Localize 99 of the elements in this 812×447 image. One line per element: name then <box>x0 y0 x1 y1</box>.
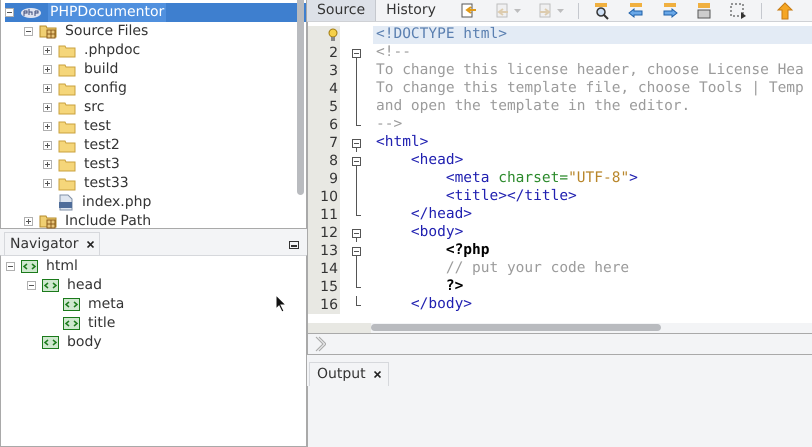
folder-icon <box>58 82 76 96</box>
fold-toggle[interactable] <box>352 246 361 256</box>
tree-item[interactable]: build <box>82 60 120 79</box>
fold-toggle[interactable] <box>352 138 361 148</box>
folder-icon <box>58 120 76 134</box>
search-icon <box>592 2 611 20</box>
tree-item[interactable]: head <box>65 276 104 295</box>
highlight-toggle-icon <box>694 2 713 20</box>
editor-tab[interactable]: Source <box>307 0 376 21</box>
code-line: --> <box>375 116 404 134</box>
lightbulb-icon[interactable] <box>328 28 338 42</box>
navigator-tab[interactable]: Navigator <box>4 232 100 255</box>
expand-toggle[interactable] <box>43 122 52 131</box>
line-number: 11 <box>320 206 338 224</box>
tree-item[interactable]: test2 <box>82 136 122 155</box>
code-line: </body> <box>410 296 474 314</box>
code-line: <html> <box>375 134 430 152</box>
fold-toggle[interactable] <box>352 228 361 238</box>
tree-item[interactable]: test3 <box>82 155 122 174</box>
fold-toggle[interactable] <box>352 48 361 58</box>
collapse-toggle[interactable] <box>6 262 15 271</box>
output-tab[interactable]: Output <box>309 362 389 386</box>
line-number: 13 <box>320 242 338 260</box>
line-number: 9 <box>329 170 338 188</box>
expand-toggle[interactable] <box>43 141 52 150</box>
folder-icon <box>58 44 76 58</box>
expand-toggle[interactable] <box>43 84 52 93</box>
line-number: 3 <box>329 62 338 80</box>
last-edit-icon <box>460 2 478 20</box>
folder-icon <box>58 138 76 152</box>
tree-item[interactable]: test33 <box>82 174 131 193</box>
line-number: 8 <box>329 152 338 170</box>
code-line: <title></title> <box>444 188 578 206</box>
code-line: <!-- <box>375 44 412 62</box>
folder-icon <box>58 100 76 114</box>
tree-item[interactable]: body <box>65 333 104 352</box>
code-line: To change this template file, choose Tools | Temp <box>375 80 805 98</box>
tree-item[interactable]: html <box>44 257 80 276</box>
tree-item[interactable]: src <box>82 98 106 117</box>
expand-toggle[interactable] <box>43 46 52 55</box>
minimize-icon[interactable] <box>289 241 299 249</box>
up-arrow-icon <box>776 2 794 20</box>
code-line: // put your code here <box>444 260 630 278</box>
line-number: 10 <box>320 188 338 206</box>
line-number: 12 <box>320 224 338 242</box>
line-number: 14 <box>320 260 338 278</box>
tree-item[interactable]: config <box>82 79 129 98</box>
line-number: 2 <box>329 44 338 62</box>
line-number: 6 <box>329 116 338 134</box>
code-line: <meta charset="UTF-8"> <box>444 170 639 188</box>
collapse-toggle[interactable] <box>27 281 36 290</box>
html-element-icon <box>21 260 38 273</box>
php-file-icon <box>58 194 74 211</box>
editor-tab[interactable]: History <box>376 0 446 21</box>
scrollbar[interactable] <box>297 0 304 195</box>
line-number: 15 <box>320 278 338 296</box>
code-line: ?> <box>444 278 464 296</box>
horizontal-scrollbar[interactable] <box>371 324 661 331</box>
previous-occurrence-icon <box>626 2 645 20</box>
code-line: <head> <box>410 152 464 170</box>
next-occurrence-icon <box>660 2 679 20</box>
tree-item[interactable]: test <box>82 117 113 136</box>
collapse-toggle[interactable] <box>5 8 14 17</box>
html-element-icon <box>63 298 80 311</box>
tree-item[interactable]: Include Path <box>63 212 154 231</box>
code-line: To change this license header, choose License Hea <box>375 62 805 80</box>
expand-toggle[interactable] <box>43 179 52 188</box>
tree-item[interactable]: index.php <box>80 193 154 212</box>
tree-item[interactable]: Source Files <box>63 22 150 41</box>
fold-toggle[interactable] <box>352 156 361 166</box>
line-number: 16 <box>320 296 338 314</box>
php-project-icon <box>20 6 42 18</box>
expand-toggle[interactable] <box>24 217 33 226</box>
expand-toggle[interactable] <box>43 160 52 169</box>
tree-item[interactable]: meta <box>86 295 126 314</box>
code-line: and open the template in the editor. <box>375 98 692 116</box>
html-element-icon <box>63 317 80 330</box>
rectangle-selection-icon <box>728 2 747 20</box>
expand-toggle[interactable] <box>43 103 52 112</box>
code-line: </head> <box>410 206 474 224</box>
line-number: 5 <box>329 98 338 116</box>
tree-item[interactable]: .phpdoc <box>82 41 142 60</box>
code-line: <body> <box>410 224 464 242</box>
package-folder-icon <box>39 214 57 229</box>
tree-item[interactable]: title <box>86 314 118 333</box>
html-element-icon <box>42 279 59 292</box>
code-line: <?php <box>444 242 490 260</box>
close-icon[interactable] <box>86 240 94 248</box>
collapse-toggle[interactable] <box>24 27 33 36</box>
line-number: 7 <box>329 134 338 152</box>
folder-icon <box>58 176 76 190</box>
folder-icon <box>58 62 76 76</box>
html-element-icon <box>42 336 59 349</box>
close-icon[interactable] <box>374 371 381 378</box>
mouse-cursor-icon <box>275 294 287 313</box>
package-folder-icon <box>39 24 57 39</box>
folder-icon <box>58 158 76 172</box>
line-number: 4 <box>329 80 338 98</box>
expand-toggle[interactable] <box>43 65 52 74</box>
